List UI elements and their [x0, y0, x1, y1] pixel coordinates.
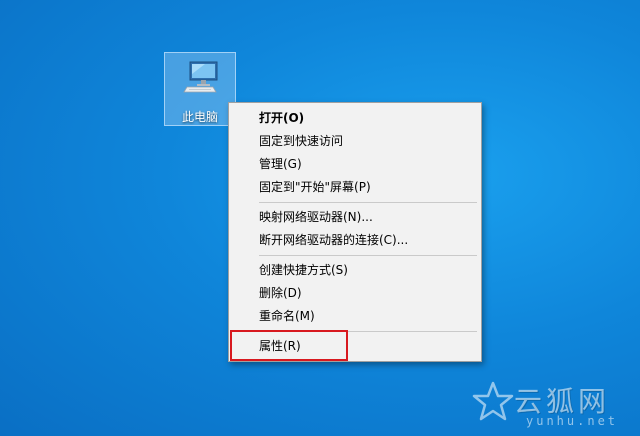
- watermark-url: yunhu.net: [526, 414, 619, 428]
- menu-item-map-network-drive[interactable]: 映射网络驱动器(N)...: [229, 206, 481, 229]
- menu-item-manage[interactable]: 管理(G): [229, 153, 481, 176]
- watermark: 云狐网 yunhu.net: [468, 378, 636, 434]
- menu-separator: [259, 202, 477, 203]
- computer-icon: [183, 61, 218, 93]
- star-icon: [472, 381, 514, 421]
- menu-item-rename[interactable]: 重命名(M): [229, 305, 481, 328]
- desktop-icon-this-pc[interactable]: 此电脑: [164, 52, 236, 126]
- menu-item-pin-quick-access[interactable]: 固定到快速访问: [229, 130, 481, 153]
- menu-item-disconnect-network-drive[interactable]: 断开网络驱动器的连接(C)...: [229, 229, 481, 252]
- desktop-icon-label: 此电脑: [181, 110, 218, 124]
- menu-item-open[interactable]: 打开(O): [229, 107, 481, 130]
- context-menu: 打开(O) 固定到快速访问 管理(G) 固定到"开始"屏幕(P) 映射网络驱动器…: [228, 102, 482, 362]
- highlight-box: [230, 330, 348, 361]
- menu-item-create-shortcut[interactable]: 创建快捷方式(S): [229, 259, 481, 282]
- menu-separator: [259, 255, 477, 256]
- menu-item-pin-start[interactable]: 固定到"开始"屏幕(P): [229, 176, 481, 199]
- menu-item-delete[interactable]: 删除(D): [229, 282, 481, 305]
